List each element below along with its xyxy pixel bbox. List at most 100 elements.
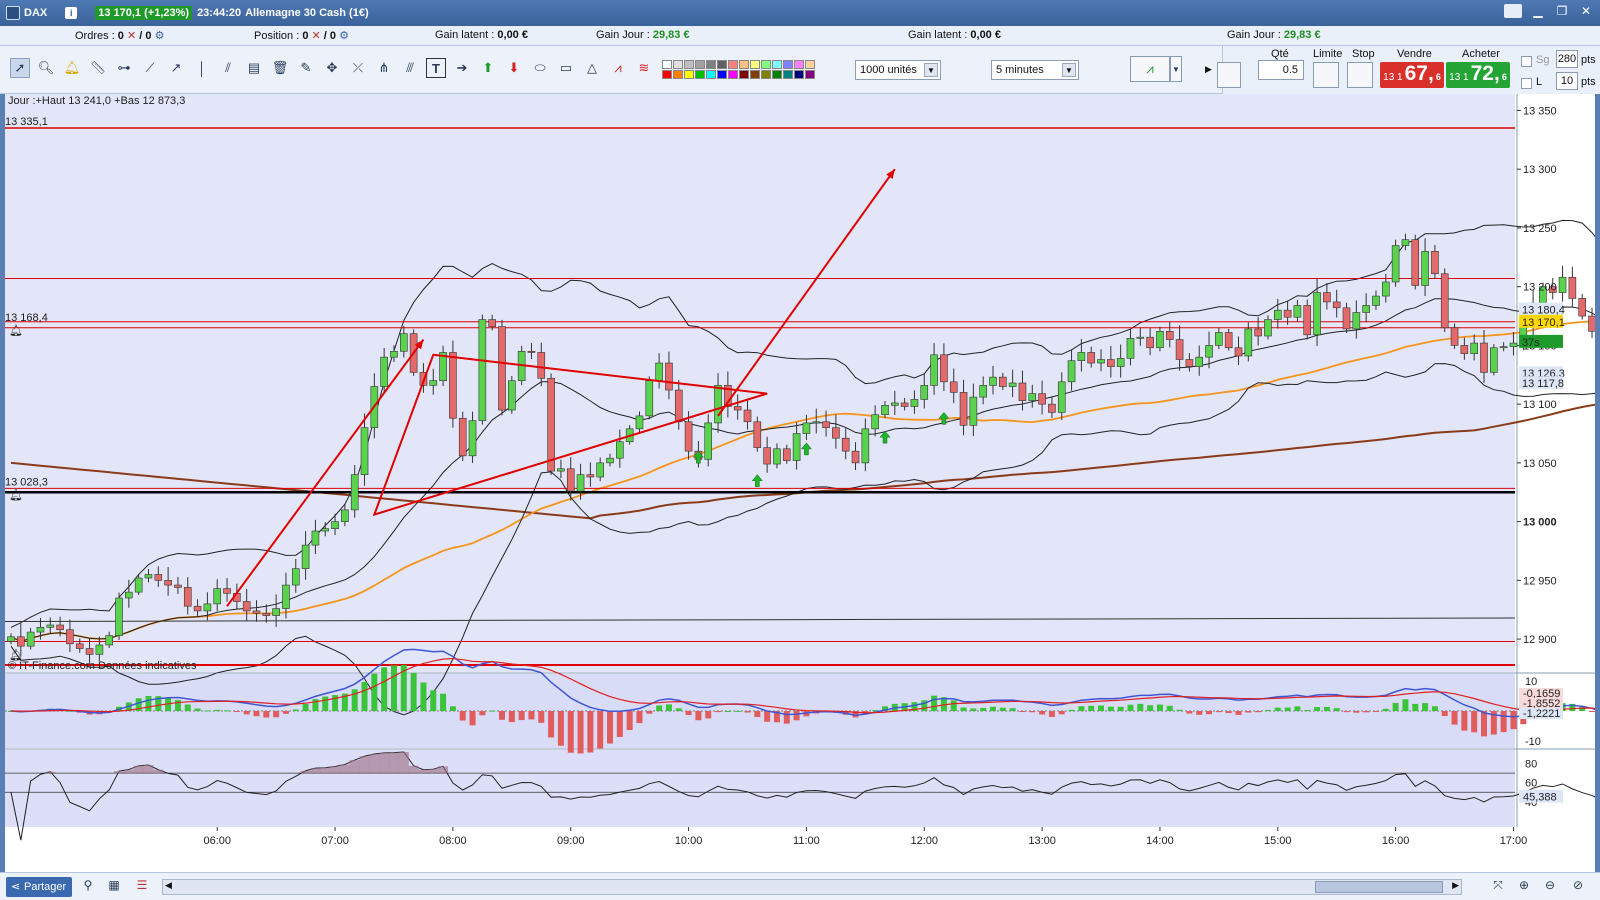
color-swatch[interactable] [695,60,705,69]
list-icon[interactable]: ☰ [134,878,150,894]
color-swatch[interactable] [706,70,716,79]
interval-select[interactable]: 5 minutes ▼ [991,60,1079,80]
zoom-tool-icon[interactable]: 🔍︎ [36,58,56,78]
color-swatch[interactable] [772,70,782,79]
chart-link-icon[interactable]: ⚲ [80,878,96,894]
l-checkbox[interactable] [1521,78,1532,89]
quantity-input[interactable]: 0.5 [1258,60,1304,80]
color-swatch[interactable] [794,60,804,69]
color-swatch[interactable] [805,70,815,79]
text-tool-icon[interactable]: T [426,58,446,78]
color-swatch[interactable] [761,70,771,79]
cursor-zoom-icon[interactable]: ⤧ [1490,878,1506,894]
sell-button[interactable]: 13 1 67, 6 [1380,62,1444,88]
color-swatch[interactable] [783,60,793,69]
price-chart[interactable]: 13 335,1 13 168,4 13 028,3 Jour :+Haut 13 2… [5,94,1595,872]
level-label: 13 168,4 [5,312,48,324]
color-swatch[interactable] [673,60,683,69]
fan-icon[interactable]: ⫽ [218,58,238,78]
horizontal-scrollbar[interactable]: ◀ ▶ [162,879,1462,895]
color-swatch[interactable] [662,70,672,79]
magic-tool-icon[interactable]: ✎ [296,58,316,78]
color-swatch[interactable] [695,70,705,79]
scrollbar-thumb[interactable] [1315,881,1443,893]
menu-icon[interactable] [1504,4,1522,18]
ellipse-icon[interactable]: ⬭ [530,58,550,78]
table-icon[interactable]: ▦ [106,878,122,894]
color-swatch[interactable] [772,60,782,69]
arrow-up-icon[interactable]: ⬆ [478,58,498,78]
color-swatch[interactable] [739,60,749,69]
scroll-left-icon[interactable]: ◀ [165,880,172,891]
vertical-line-icon[interactable]: │ [192,58,212,78]
pitchfork-icon[interactable]: ⋔ [374,58,394,78]
fibonacci-icon[interactable]: ▤ [244,58,264,78]
color-swatch[interactable] [739,70,749,79]
color-swatch[interactable] [750,70,760,79]
close-position-icon[interactable]: ✕ [312,30,321,42]
stop-order-button[interactable] [1347,62,1373,88]
triangle-icon[interactable]: △ [582,58,602,78]
ray-icon[interactable]: ↗ [166,58,186,78]
channel-icon[interactable]: ✥ [322,58,342,78]
trend-line-icon[interactable]: ⟋ [140,58,160,78]
zoom-in-icon[interactable]: ⊕ [1516,878,1532,894]
chevron-down-icon[interactable]: ▼ [1062,63,1076,77]
buy-button[interactable]: 13 1 72, 6 [1446,62,1510,88]
position-settings-icon[interactable]: ⚙ [339,30,349,42]
color-swatch[interactable] [717,60,727,69]
color-swatch[interactable] [761,60,771,69]
color-swatch[interactable] [706,60,716,69]
units-select[interactable]: 1000 unités ▼ [855,60,941,80]
arrow-down-icon[interactable]: ⬇ [504,58,524,78]
zoom-out-icon[interactable]: ⊖ [1542,878,1558,894]
arrow-right-icon[interactable]: ➔ [452,58,472,78]
close-icon[interactable]: ✕ [1578,4,1594,18]
color-swatch[interactable] [750,60,760,69]
alert-bell-icon[interactable]: 🔔︎ [62,58,82,78]
macd-histogram-bar [1422,703,1429,711]
restore-icon[interactable]: ❐ [1554,4,1570,18]
indicators-icon[interactable]: ⩘ [1130,56,1170,82]
pts-input-1[interactable]: 280 [1556,50,1578,68]
zigzag-icon[interactable]: ⩘ [608,58,628,78]
sell-label: Vendre [1397,48,1432,60]
color-swatch[interactable] [728,70,738,79]
parallel-icon[interactable]: ⤫ [348,58,368,78]
scroll-right-icon[interactable]: ▶ [1452,880,1459,891]
horizontal-line-icon[interactable]: ⊶ [114,58,134,78]
rectangle-icon[interactable]: ▭ [556,58,576,78]
color-swatch[interactable] [717,70,727,79]
chart-canvas[interactable]: 13 335,1 13 168,4 13 028,3 Jour :+Haut 13 2… [5,94,1595,872]
delete-tool-icon[interactable]: 🗑︎ [270,58,290,78]
pts-input-2[interactable]: 10 [1556,72,1578,90]
bearish-candle [547,378,555,472]
info-icon[interactable]: i [65,7,78,19]
color-palette[interactable] [662,60,815,79]
minimize-icon[interactable]: ▁ [1530,4,1546,18]
color-swatch[interactable] [684,70,694,79]
color-swatch[interactable] [662,60,672,69]
share-button[interactable]: ⋖ Partager [6,877,72,897]
color-swatch[interactable] [805,60,815,69]
ruler-icon[interactable]: 📏︎ [88,58,108,78]
chevron-down-icon[interactable]: ▼ [1170,56,1182,82]
chevron-down-icon[interactable]: ▼ [924,63,938,77]
color-swatch[interactable] [783,70,793,79]
sg-checkbox[interactable] [1521,56,1532,67]
color-swatch[interactable] [673,70,683,79]
macd-histogram-bar [1255,711,1262,713]
orders-settings-icon[interactable]: ⚙ [155,30,165,42]
limit-order-button[interactable] [1313,62,1339,88]
color-swatch[interactable] [728,60,738,69]
collapse-panel-icon[interactable]: ▶ [1205,64,1212,75]
wrench-icon[interactable] [1217,62,1241,88]
reset-zoom-icon[interactable]: ⊘ [1570,878,1586,894]
color-swatch[interactable] [794,70,804,79]
color-swatch[interactable] [684,60,694,69]
chart-app-icon[interactable] [6,6,20,20]
cancel-orders-icon[interactable]: ✕ [127,30,136,42]
pointer-tool-icon[interactable]: ➚ [10,58,30,78]
pattern-icon[interactable]: ⫻ [400,58,420,78]
wave-icon[interactable]: ≋ [634,58,654,78]
